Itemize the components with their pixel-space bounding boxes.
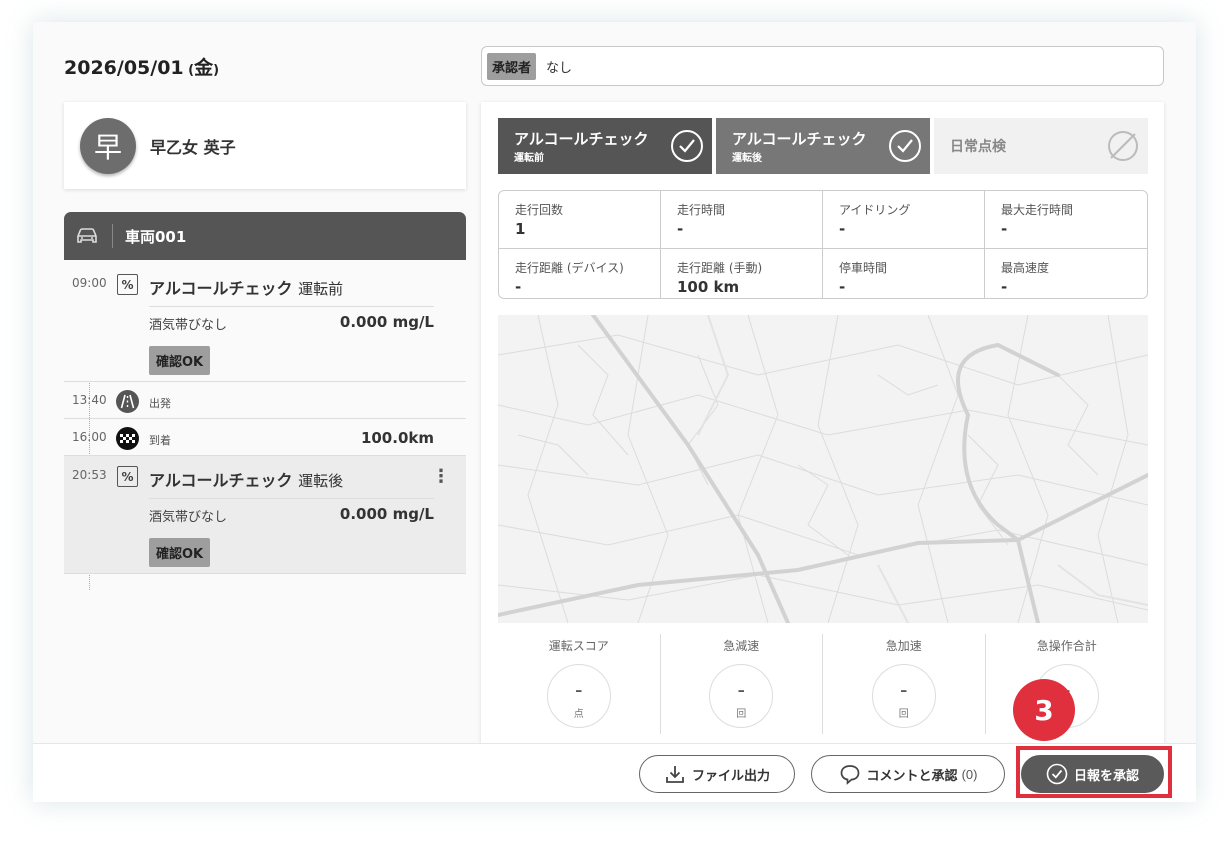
stats-grid: 走行回数 1 走行時間 - アイドリング - 最大走行時間 - 走行距離 (デバイス) -… <box>498 190 1148 299</box>
entry-label: 酒気帯びなし <box>149 318 228 333</box>
card-alcohol-after[interactable]: アルコールチェック 運転後 <box>716 118 930 174</box>
stat-max-drive-time: 最大走行時間 - <box>985 191 1147 249</box>
checkered-flag-icon <box>116 427 139 450</box>
divider <box>112 224 113 248</box>
not-available-icon <box>1106 129 1140 167</box>
entry-time: 16:00 <box>72 430 107 444</box>
entry-label: 出発 <box>149 397 171 410</box>
check-cards: アルコールチェック 運転前 アルコールチェック 運転後 日常点検 <box>498 118 1148 174</box>
step-badge: 3 <box>1013 679 1075 741</box>
percent-icon: % <box>117 274 138 295</box>
stat-trip-count: 走行回数 1 <box>499 191 661 249</box>
entry-time: 20:53 <box>72 468 107 482</box>
avatar: 早 <box>80 117 136 174</box>
highlight-box <box>1016 746 1172 798</box>
entry-time: 09:00 <box>72 276 107 290</box>
file-export-button[interactable]: ファイル出力 <box>639 755 795 793</box>
entry-title: アルコールチェック 運転前 <box>149 279 344 298</box>
timeline-entry-alcohol-after[interactable]: 20:53 % アルコールチェック 運転後 ⋮ 酒気帯びなし 0.000 mg/… <box>64 456 466 574</box>
entry-value: 100.0km <box>360 429 434 447</box>
comment-count: (0) <box>961 766 978 782</box>
comment-approve-button[interactable]: コメントと承認 (0) <box>811 755 1005 793</box>
stat-max-speed: 最高速度 - <box>1001 261 1050 296</box>
card-alcohol-before[interactable]: アルコールチェック 運転前 <box>498 118 712 174</box>
check-circle-icon <box>888 129 922 167</box>
stat-stop-time: 停車時間 - <box>823 249 985 298</box>
entry-value: 0.000 mg/L <box>339 313 434 331</box>
entry-label: 到着 <box>149 434 171 447</box>
driver-name: 早乙女 英子 <box>150 137 236 157</box>
stat-drive-time: 走行時間 - <box>661 191 823 249</box>
stat-distance-manual: 走行距離 (手動) 100 km <box>661 249 823 298</box>
stat-distance-device: 走行距離 (デバイス) - <box>499 249 661 298</box>
card-daily-inspection[interactable]: 日常点検 <box>934 118 1148 174</box>
approver-field[interactable]: 承認者 なし <box>481 46 1164 86</box>
percent-icon: % <box>117 466 138 487</box>
entry-label: 酒気帯びなし <box>149 510 228 525</box>
timeline-entry-arrive: 16:00 到着 100.0km <box>64 419 466 456</box>
vehicle-header: 車両001 <box>64 212 466 260</box>
status-badge: 確認OK <box>149 346 211 375</box>
app-window: 2026/05/01 (金) 承認者 なし 早 早乙女 英子 車両001 09:… <box>33 22 1196 802</box>
approver-value: なし <box>546 60 573 76</box>
timeline-entry-depart: 13:40 出発 <box>64 382 466 419</box>
divider <box>149 498 434 499</box>
more-menu-icon[interactable]: ⋮ <box>432 468 450 486</box>
score-hard-acceleration: 急加速 – 回 <box>823 634 986 734</box>
car-icon <box>74 226 100 246</box>
approver-label: 承認者 <box>487 52 537 80</box>
status-badge: 確認OK <box>149 538 211 567</box>
timeline: 09:00 % アルコールチェック 運転前 酒気帯びなし 0.000 mg/L … <box>64 264 466 590</box>
driver-card: 早 早乙女 英子 <box>64 102 466 189</box>
entry-value: 0.000 mg/L <box>339 505 434 523</box>
road-icon <box>116 390 139 413</box>
report-date: 2026/05/01 (金) <box>64 57 220 79</box>
timeline-entry-alcohol-before[interactable]: 09:00 % アルコールチェック 運転前 酒気帯びなし 0.000 mg/L … <box>64 264 466 382</box>
divider <box>149 306 434 307</box>
score-driving: 運転スコア – 点 <box>498 634 661 734</box>
score-hard-braking: 急減速 – 回 <box>661 634 823 734</box>
entry-time: 13:40 <box>72 393 107 407</box>
detail-panel: アルコールチェック 運転前 アルコールチェック 運転後 日常点検 走行回数 1 … <box>481 102 1164 762</box>
vehicle-name: 車両001 <box>125 227 187 246</box>
stat-idling: アイドリング - <box>823 191 985 249</box>
download-icon <box>664 763 686 785</box>
check-circle-icon <box>670 129 704 167</box>
route-map[interactable] <box>498 315 1148 623</box>
entry-title: アルコールチェック 運転後 <box>149 471 344 490</box>
speech-bubble-icon <box>839 763 861 785</box>
